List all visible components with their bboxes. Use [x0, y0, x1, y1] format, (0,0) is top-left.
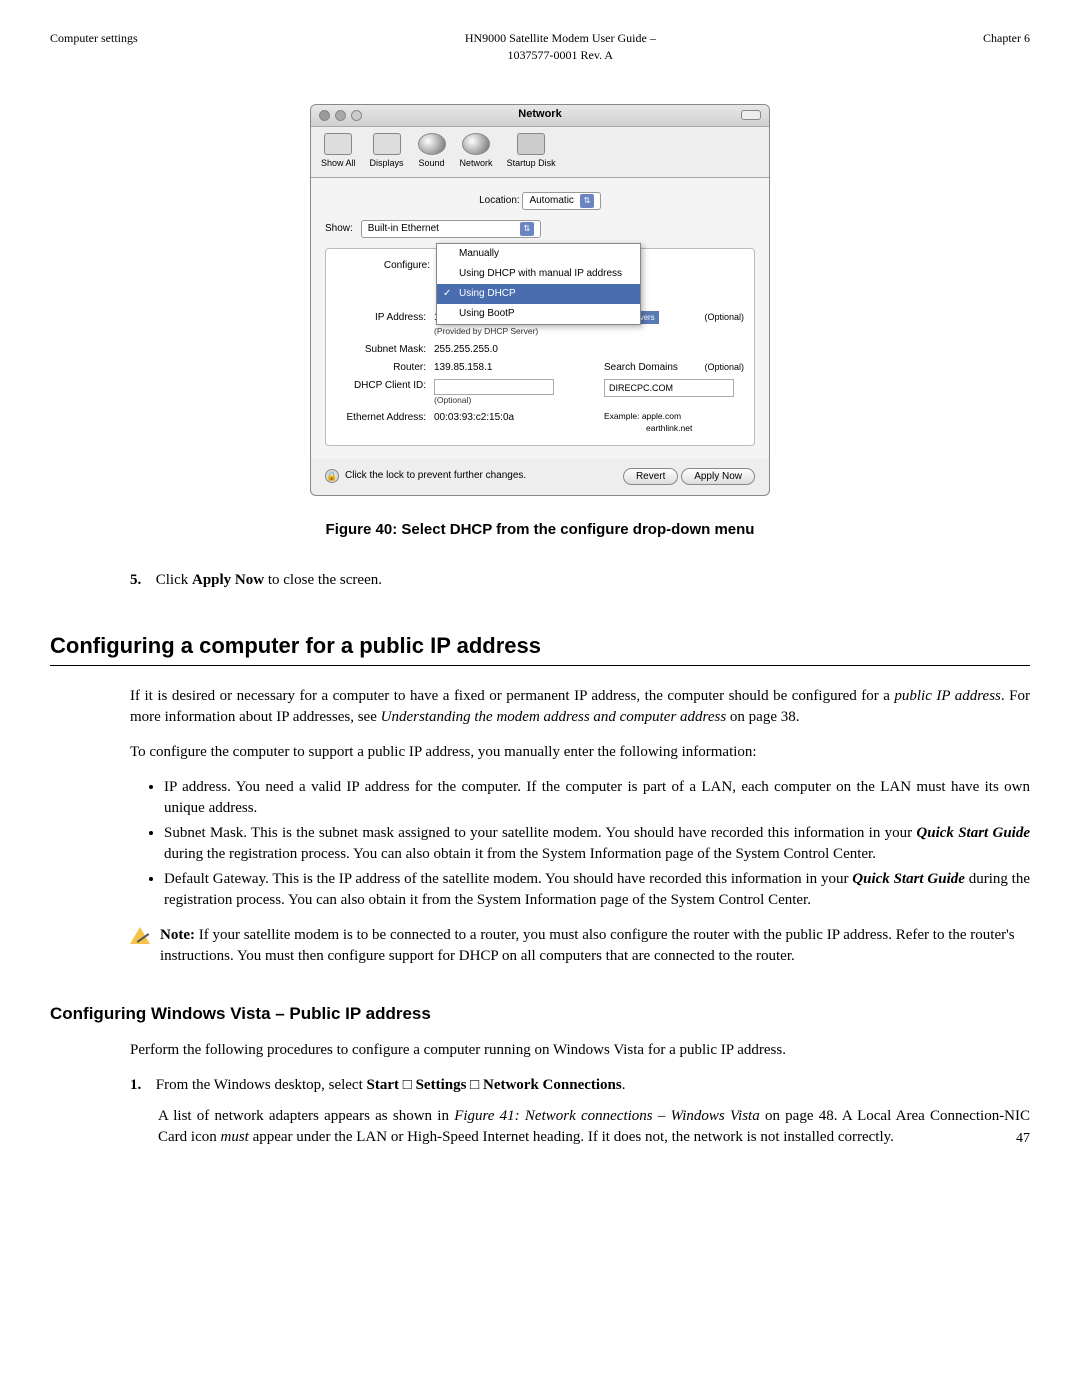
location-label: Location:: [479, 195, 520, 206]
figure-40: Network Show All Displays Sound Network: [50, 104, 1030, 503]
network-content: Location: Automatic ⇅ Show: Built-in Eth…: [311, 178, 769, 458]
network-button[interactable]: Network: [460, 133, 493, 170]
sound-icon: [418, 133, 446, 155]
window-title: Network: [518, 107, 561, 122]
dhcp-client-field: (Optional): [434, 379, 596, 407]
section-heading: Configuring a computer for a public IP a…: [50, 631, 1030, 666]
dhcp-client-input[interactable]: [434, 379, 554, 395]
bullet-1: IP address. You need a valid IP address …: [164, 777, 1030, 819]
bullet-3: Default Gateway. This is the IP address …: [164, 869, 1030, 911]
window-footer: 🔒 Click the lock to prevent further chan…: [311, 458, 769, 495]
page-number: 47: [1016, 1129, 1030, 1149]
menu-item-manually[interactable]: Manually: [437, 244, 640, 264]
header-center: HN9000 Satellite Modem User Guide – 1037…: [465, 30, 656, 64]
bullet-list: IP address. You need a valid IP address …: [150, 777, 1030, 911]
toolbar-toggle-icon[interactable]: [741, 110, 761, 120]
revert-button[interactable]: Revert: [623, 468, 678, 485]
menu-item-bootp[interactable]: Using BootP: [437, 304, 640, 324]
startup-button[interactable]: Startup Disk: [507, 133, 556, 170]
step-1-sub: A list of network adapters appears as sh…: [158, 1106, 1030, 1148]
tcpip-panel: Configure: Manually Using DHCP with manu…: [325, 248, 755, 446]
page-header: Computer settings HN9000 Satellite Modem…: [50, 30, 1030, 64]
minimize-icon[interactable]: [335, 110, 346, 121]
location-dropdown[interactable]: Automatic ⇅: [522, 192, 600, 210]
para-2: To configure the computer to support a p…: [130, 742, 1030, 763]
window-titlebar: Network: [311, 105, 769, 127]
example-label: Example:: [604, 411, 639, 421]
network-window: Network Show All Displays Sound Network: [310, 104, 770, 496]
lock-icon[interactable]: 🔒: [325, 469, 339, 483]
search-domains-label: Search Domains: [604, 361, 678, 375]
show-label: Show:: [325, 222, 353, 236]
apply-now-button[interactable]: Apply Now: [681, 468, 755, 485]
subnet-value: 255.255.255.0: [434, 343, 596, 357]
header-right: Chapter 6: [983, 30, 1030, 64]
displays-icon: [373, 133, 401, 155]
note-icon: [130, 927, 152, 945]
optional-label: (Optional): [704, 311, 744, 324]
eth-value: 00:03:93:c2:15:0a: [434, 411, 596, 435]
chevron-updown-icon: ⇅: [580, 194, 594, 208]
menu-item-dhcp-manual[interactable]: Using DHCP with manual IP address: [437, 264, 640, 284]
sound-button[interactable]: Sound: [418, 133, 446, 170]
eth-label: Ethernet Address:: [336, 411, 426, 435]
optional-label: (Optional): [704, 361, 744, 375]
step-1: 1. From the Windows desktop, select Star…: [130, 1075, 1030, 1148]
search-domains-input[interactable]: DIRECPC.COM: [604, 379, 734, 397]
traffic-lights: [319, 110, 362, 121]
note-block: Note: If your satellite modem is to be c…: [130, 925, 1030, 967]
subnet-label: Subnet Mask:: [336, 343, 426, 357]
menu-item-dhcp[interactable]: Using DHCP: [437, 284, 640, 304]
note-text: Note: If your satellite modem is to be c…: [160, 925, 1030, 967]
router-value: 139.85.158.1: [434, 361, 596, 375]
para-3: Perform the following procedures to conf…: [130, 1040, 1030, 1061]
zoom-icon[interactable]: [351, 110, 362, 121]
subsection-heading: Configuring Windows Vista – Public IP ad…: [50, 1002, 1030, 1026]
ip-label: IP Address:: [336, 311, 426, 339]
dhcp-client-label: DHCP Client ID:: [336, 379, 426, 407]
prefs-toolbar: Show All Displays Sound Network Startup …: [311, 127, 769, 179]
configure-menu[interactable]: Manually Using DHCP with manual IP addre…: [436, 243, 641, 325]
showall-button[interactable]: Show All: [321, 133, 356, 170]
figure-caption: Figure 40: Select DHCP from the configur…: [50, 519, 1030, 540]
displays-button[interactable]: Displays: [370, 133, 404, 170]
close-icon[interactable]: [319, 110, 330, 121]
lock-text: Click the lock to prevent further change…: [345, 469, 526, 483]
para-1: If it is desired or necessary for a comp…: [130, 686, 1030, 728]
bullet-2: Subnet Mask. This is the subnet mask ass…: [164, 823, 1030, 865]
router-label: Router:: [336, 361, 426, 375]
network-icon: [462, 133, 490, 155]
show-dropdown[interactable]: Built-in Ethernet ⇅: [361, 220, 541, 238]
step-5: 5. Click Apply Now to close the screen.: [130, 570, 1030, 591]
header-left: Computer settings: [50, 30, 138, 64]
showall-icon: [324, 133, 352, 155]
startup-disk-icon: [517, 133, 545, 155]
configure-label: Configure:: [370, 259, 430, 273]
chevron-updown-icon: ⇅: [520, 222, 534, 236]
